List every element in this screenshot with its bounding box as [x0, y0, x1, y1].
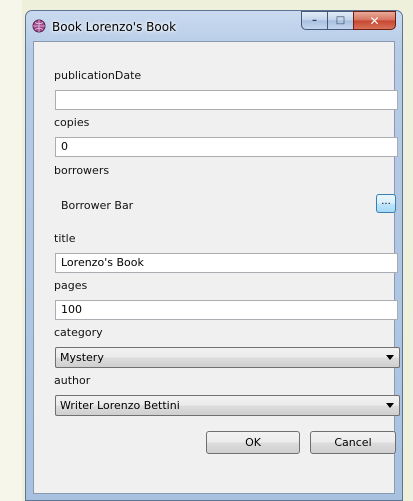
chevron-down-icon [386, 355, 394, 360]
maximize-icon: □ [335, 15, 346, 26]
maximize-button[interactable]: □ [327, 11, 353, 30]
close-button[interactable]: ✕ [353, 11, 396, 30]
borrowers-value: Borrower Bar [61, 199, 134, 212]
minimize-button[interactable]: – [301, 11, 327, 30]
pages-label: pages [54, 279, 88, 292]
chevron-down-icon [386, 403, 394, 408]
author-label: author [54, 374, 91, 387]
category-label: category [54, 326, 103, 339]
pages-field[interactable]: 100 [55, 300, 398, 320]
author-select[interactable]: Writer Lorenzo Bettini [55, 395, 400, 416]
book-globe-icon [32, 19, 46, 33]
window-title: Book Lorenzo's Book [52, 20, 177, 34]
publication-date-field[interactable] [55, 90, 398, 110]
publication-date-label: publicationDate [54, 69, 142, 82]
title-label: title [54, 232, 76, 245]
cancel-button[interactable]: Cancel [310, 431, 396, 454]
close-icon: ✕ [369, 13, 380, 28]
category-select[interactable]: Mystery [55, 347, 400, 368]
edit-borrowers-button[interactable]: ... [376, 194, 396, 213]
dialog-body: publicationDate copies 0 borrowers Borro… [33, 41, 400, 494]
title-bar[interactable]: Book Lorenzo's Book – □ ✕ [26, 11, 402, 41]
dialog-window: Book Lorenzo's Book – □ ✕ publicationDat… [25, 10, 403, 501]
category-selected-value: Mystery [60, 351, 104, 364]
copies-label: copies [54, 116, 90, 129]
minimize-icon: – [312, 15, 317, 26]
title-field[interactable]: Lorenzo's Book [55, 253, 398, 273]
borrowers-label: borrowers [54, 164, 110, 177]
background [0, 0, 22, 501]
ok-button[interactable]: OK [206, 431, 300, 454]
copies-field[interactable]: 0 [55, 137, 398, 157]
author-selected-value: Writer Lorenzo Bettini [60, 399, 180, 412]
